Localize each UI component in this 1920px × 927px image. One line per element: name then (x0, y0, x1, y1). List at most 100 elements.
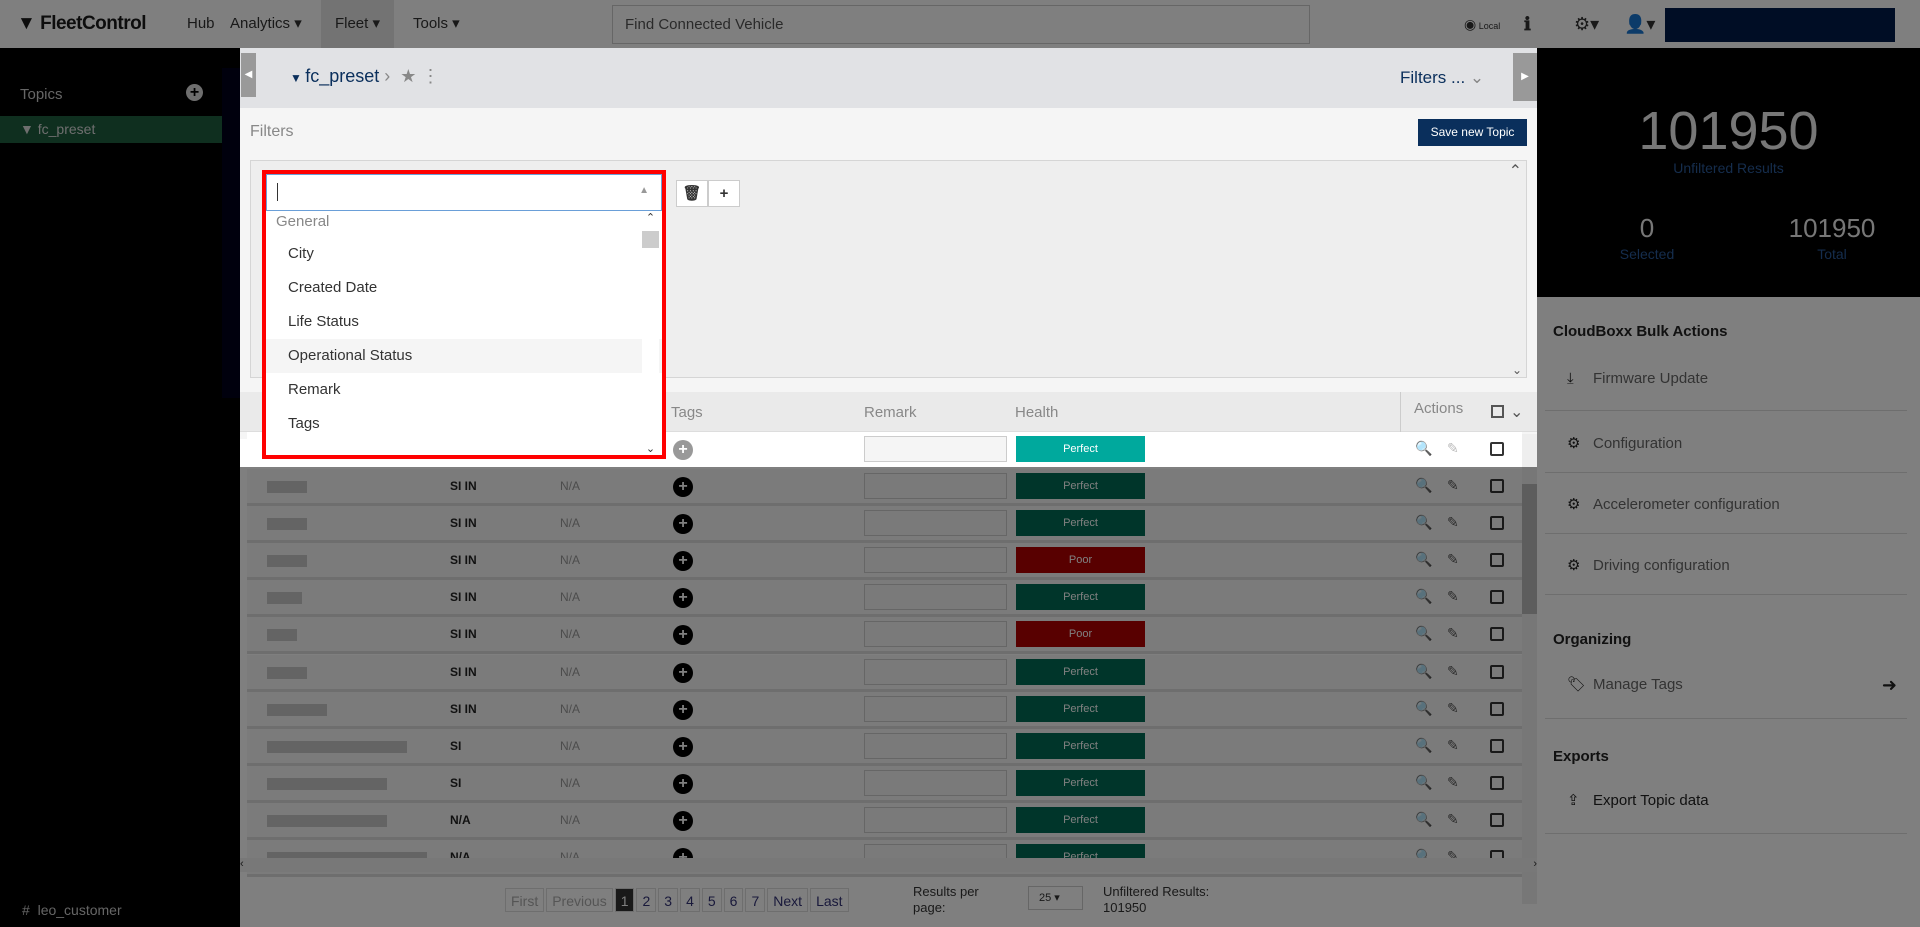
pencil-icon[interactable]: ✎ (1447, 774, 1459, 791)
scroll-up-icon[interactable]: ⌃ (1509, 161, 1522, 181)
option-operational-status[interactable]: Operational Status (266, 339, 662, 373)
remark-input[interactable] (864, 473, 1007, 499)
row-checkbox[interactable] (1490, 775, 1504, 790)
driving-configuration-action[interactable]: ⚙ Driving configuration (1567, 556, 1897, 574)
add-tag-icon[interactable]: + (673, 810, 693, 831)
last-page-button[interactable]: Last (810, 888, 849, 912)
add-tag-icon[interactable]: + (673, 699, 693, 720)
nav-fleet[interactable]: Fleet ▾ (321, 0, 394, 48)
col-health[interactable]: Health (1015, 404, 1058, 421)
page-7[interactable]: 7 (745, 888, 766, 912)
search-icon[interactable]: 🔍 (1415, 551, 1432, 568)
add-tag-icon[interactable]: + (673, 662, 693, 683)
nav-hub[interactable]: Hub (187, 0, 215, 48)
add-tag-icon[interactable]: + (673, 588, 693, 609)
table-row[interactable]: SI IN N/A + Perfect 🔍 ✎ (247, 469, 1522, 506)
accelerometer-configuration-action[interactable]: ⚙ Accelerometer configuration (1567, 495, 1897, 513)
search-icon[interactable]: 🔍 (1415, 700, 1432, 717)
locale-switch[interactable]: ◉ Local (1464, 0, 1500, 48)
more-icon[interactable]: ⋮ (421, 66, 439, 86)
vehicle-search-input[interactable]: Find Connected Vehicle (612, 5, 1310, 44)
option-tags[interactable]: Tags (266, 407, 662, 441)
option-city[interactable]: City (266, 237, 662, 271)
search-icon[interactable]: 🔍 (1415, 625, 1432, 642)
search-icon[interactable]: 🔍 (1415, 663, 1432, 680)
add-tag-icon[interactable]: + (673, 514, 693, 535)
pencil-icon[interactable]: ✎ (1447, 811, 1459, 828)
gear-icon[interactable]: ⚙▾ (1574, 0, 1599, 48)
pencil-icon[interactable]: ✎ (1447, 477, 1459, 494)
page-2[interactable]: 2 (636, 888, 657, 912)
filter-field-input[interactable]: ▲ (266, 174, 662, 211)
option-remark[interactable]: Remark (266, 373, 662, 407)
page-3[interactable]: 3 (658, 888, 679, 912)
dropdown-scrollbar[interactable]: ⌃ ⌄ (642, 211, 659, 455)
row-checkbox[interactable] (1490, 738, 1504, 753)
select-all-checkbox[interactable] (1491, 405, 1504, 418)
option-created-date[interactable]: Created Date (266, 271, 662, 305)
collapse-right-tab[interactable]: ▶ (1513, 53, 1537, 101)
caret-up-icon[interactable]: ▲ (639, 185, 649, 196)
remark-input[interactable] (864, 769, 1007, 796)
row-checkbox[interactable] (1490, 590, 1504, 605)
add-tag-icon[interactable]: + (673, 440, 693, 460)
filter-field-dropdown[interactable]: ▲ General City Created Date Life Status … (262, 170, 666, 459)
search-icon[interactable]: 🔍 (1415, 737, 1432, 754)
save-topic-button[interactable]: Save new Topic (1418, 119, 1527, 146)
remark-input[interactable] (864, 621, 1007, 648)
row-checkbox[interactable] (1490, 479, 1504, 493)
next-page-button[interactable]: Next (767, 888, 809, 912)
configuration-action[interactable]: ⚙ Configuration (1567, 434, 1897, 452)
page-6[interactable]: 6 (723, 888, 744, 912)
add-tag-icon[interactable]: + (673, 625, 693, 646)
per-page-select[interactable]: 25 ▾ (1028, 886, 1083, 910)
table-row[interactable]: SI IN N/A + Perfect 🔍 ✎ (247, 506, 1522, 544)
nav-analytics[interactable]: Analytics ▾ (230, 0, 302, 48)
table-row[interactable]: SI IN N/A + Perfect 🔍 ✎ (247, 654, 1522, 692)
topic-item-active[interactable]: ▼ fc_preset (0, 116, 222, 143)
row-checkbox[interactable] (1490, 812, 1504, 827)
pencil-icon[interactable]: ✎ (1447, 440, 1459, 457)
row-checkbox[interactable] (1490, 516, 1504, 531)
row-checkbox[interactable] (1490, 664, 1504, 679)
pencil-icon[interactable]: ✎ (1447, 663, 1459, 680)
star-icon[interactable]: ★ (400, 66, 416, 86)
export-topic-action[interactable]: ⇪ Export Topic data (1567, 791, 1897, 809)
pencil-icon[interactable]: ✎ (1447, 700, 1459, 717)
vertical-scrollbar[interactable] (1522, 434, 1537, 904)
table-row[interactable]: N/A N/A + Perfect 🔍 ✎ (247, 802, 1522, 840)
pencil-icon[interactable]: ✎ (1447, 588, 1459, 605)
horizontal-scrollbar[interactable]: ‹ › (240, 858, 1537, 872)
add-tag-icon[interactable]: + (673, 477, 693, 497)
sidebar-scrollbar[interactable] (222, 68, 240, 398)
page-5[interactable]: 5 (701, 888, 722, 912)
table-row[interactable]: SI IN N/A + Poor 🔍 ✎ (247, 543, 1522, 581)
search-icon[interactable]: 🔍 (1415, 774, 1432, 791)
remark-input[interactable] (864, 584, 1007, 611)
col-remark[interactable]: Remark (864, 404, 917, 421)
pencil-icon[interactable]: ✎ (1447, 551, 1459, 568)
first-page-button[interactable]: First (505, 888, 545, 912)
account-selector[interactable] (1665, 8, 1895, 42)
table-row[interactable]: SI IN N/A + Perfect 🔍 ✎ (247, 580, 1522, 618)
add-tag-icon[interactable]: + (673, 773, 693, 794)
search-icon[interactable]: 🔍 (1415, 477, 1432, 494)
search-icon[interactable]: 🔍 (1415, 811, 1432, 828)
col-tags[interactable]: Tags (671, 404, 703, 421)
logo[interactable]: ▼ FleetControl (17, 13, 146, 35)
row-checkbox[interactable] (1490, 442, 1504, 456)
table-row[interactable]: SI IN N/A + Perfect 🔍 ✎ (247, 691, 1522, 729)
search-icon[interactable]: 🔍 (1415, 440, 1432, 457)
table-row[interactable]: SI N/A + Perfect 🔍 ✎ (247, 765, 1522, 803)
remark-input[interactable] (864, 547, 1007, 574)
row-checkbox[interactable] (1490, 701, 1504, 716)
add-filter-button[interactable]: + (708, 180, 740, 207)
nav-tools[interactable]: Tools ▾ (413, 0, 460, 48)
remark-input[interactable] (864, 732, 1007, 759)
add-tag-icon[interactable]: + (673, 736, 693, 757)
manage-tags-action[interactable]: 🏷 Manage Tags ➜ (1567, 675, 1897, 696)
table-row[interactable]: SI IN N/A + Poor 🔍 ✎ (247, 617, 1522, 655)
add-tag-icon[interactable]: + (673, 551, 693, 572)
user-icon[interactable]: 👤▾ (1624, 0, 1655, 48)
remark-input[interactable] (864, 695, 1007, 722)
